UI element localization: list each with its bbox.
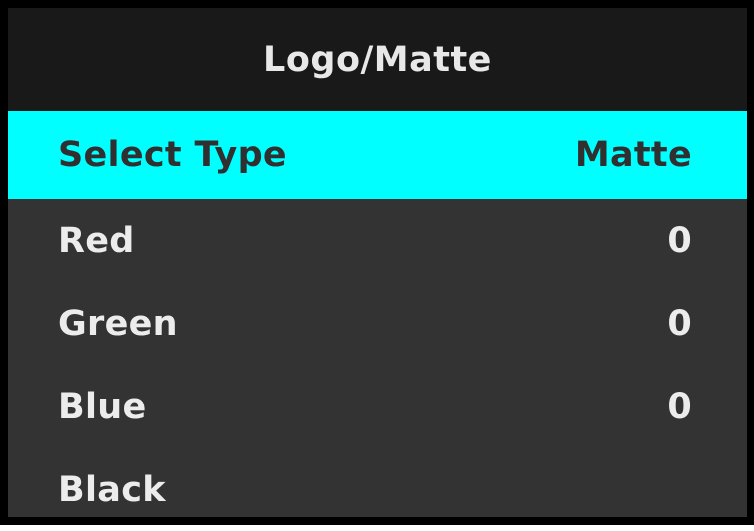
- menu-item-green[interactable]: Green 0: [8, 282, 747, 365]
- menu-item-label: Black: [58, 469, 166, 510]
- menu-item-value: 0: [667, 220, 692, 261]
- menu-item-label: Blue: [58, 386, 147, 427]
- menu-item-label: Red: [58, 220, 135, 261]
- menu-item-select-type[interactable]: Select Type Matte: [8, 111, 747, 199]
- menu-item-value: 0: [667, 386, 692, 427]
- menu-title: Logo/Matte: [8, 8, 747, 111]
- menu-item-value: Matte: [574, 135, 692, 175]
- menu-item-value: 0: [667, 303, 692, 344]
- menu-item-label: Green: [58, 303, 178, 344]
- menu-item-red[interactable]: Red 0: [8, 199, 747, 282]
- menu-item-black[interactable]: Black: [8, 448, 747, 531]
- menu-item-blue[interactable]: Blue 0: [8, 365, 747, 448]
- menu-item-label: Select Type: [58, 135, 287, 175]
- menu-panel: Logo/Matte Select Type Matte Red 0 Green…: [0, 0, 754, 525]
